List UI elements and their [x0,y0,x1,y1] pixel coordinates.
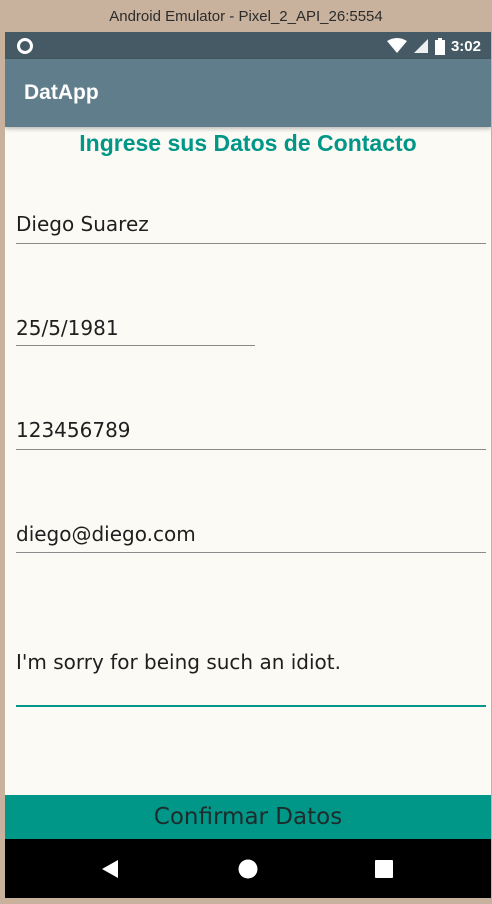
window-title: Android Emulator - Pixel_2_API_26:5554 [0,0,492,32]
app-bar: DatApp [5,59,491,127]
name-input[interactable]: Diego Suarez [16,212,149,236]
wifi-icon [386,38,407,53]
status-bar: 3:02 [5,32,491,59]
phone-input[interactable]: 123456789 [16,418,131,442]
birthdate-field[interactable]: 25/5/1981 [16,316,255,346]
phone-field[interactable]: 123456789 [16,418,486,450]
recents-icon [375,859,393,878]
home-button[interactable] [218,839,278,898]
birthdate-input[interactable]: 25/5/1981 [16,316,119,340]
email-input[interactable]: diego@diego.com [16,522,196,546]
recents-button[interactable] [354,839,414,898]
birthdate-underline [16,345,255,346]
status-icons: 3:02 [386,36,481,56]
signal-icon [413,39,428,53]
email-underline [16,552,486,553]
status-time: 3:02 [450,37,481,55]
device-screen: 3:02 DatApp Ingrese sus Datos de Contact… [5,32,491,898]
window-title-text: Android Emulator - Pixel_2_API_26:5554 [109,7,383,25]
description-underline [16,705,486,707]
description-input[interactable]: I'm sorry for being such an idiot. [16,650,341,674]
battery-icon [434,37,445,55]
email-field[interactable]: diego@diego.com [16,522,486,554]
form-title: Ingrese sus Datos de Contacto [79,130,417,156]
phone-underline [16,449,486,450]
name-underline [16,243,486,244]
back-icon [102,859,118,878]
home-icon [238,859,258,878]
name-field[interactable]: Diego Suarez [16,212,486,244]
confirm-button[interactable]: Confirmar Datos [5,795,491,839]
record-icon [17,38,33,54]
back-button[interactable] [80,839,140,898]
app-title: DatApp [24,81,99,104]
description-field[interactable]: I'm sorry for being such an idiot. [16,650,486,710]
navigation-bar [5,839,491,898]
